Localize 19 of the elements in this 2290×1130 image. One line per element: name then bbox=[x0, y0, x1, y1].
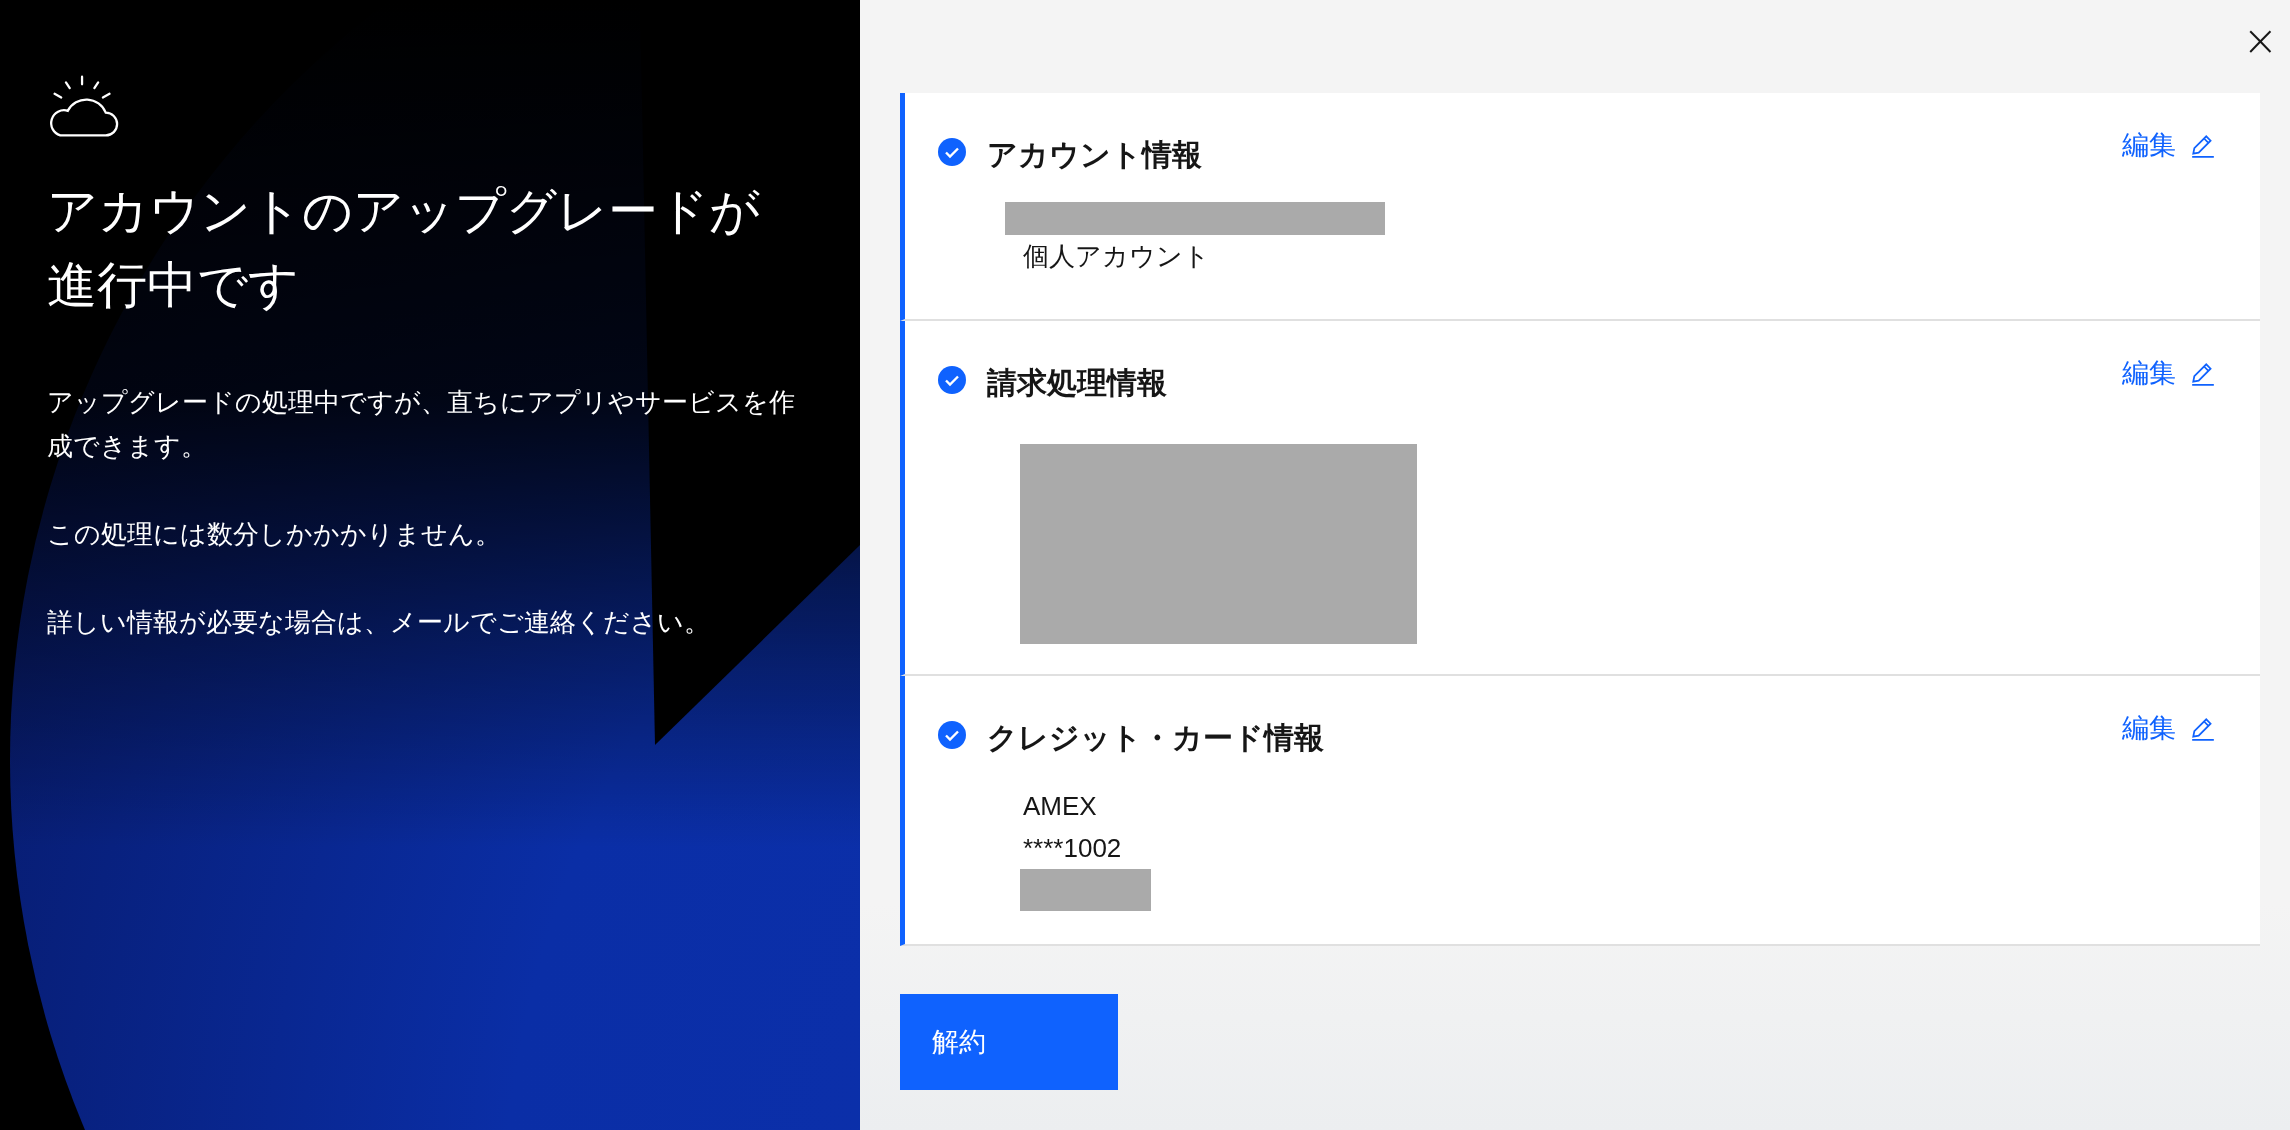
edit-link[interactable]: 編集 bbox=[2122, 710, 2216, 746]
section-title: アカウント情報 bbox=[987, 137, 1203, 173]
close-button[interactable]: × bbox=[2242, 20, 2278, 62]
pencil-icon bbox=[2190, 715, 2216, 741]
edit-link[interactable]: 編集 bbox=[2122, 355, 2216, 391]
section-title: 請求処理情報 bbox=[987, 365, 1168, 401]
pencil-icon bbox=[2190, 132, 2216, 158]
info-text: この処理には数分しかかかりません。 bbox=[47, 518, 502, 551]
edit-link[interactable]: 編集 bbox=[2122, 127, 2216, 163]
pencil-icon bbox=[2190, 360, 2216, 386]
info-text: アップグレードの処理中ですが、直ちにアプリやサービスを作成できます。 bbox=[47, 386, 796, 463]
cancel-button[interactable]: 解約 bbox=[900, 994, 1118, 1090]
detail-text: 個人アカウント bbox=[1022, 240, 1211, 273]
section-title: クレジット・カード情報 bbox=[987, 720, 1325, 756]
page-title: アカウントのアップグレードが進行中です bbox=[47, 182, 761, 315]
detail-text: ****1002 bbox=[1022, 832, 1123, 865]
detail-text: AMEX bbox=[1022, 790, 1098, 823]
info-text: 詳しい情報が必要な場合は、メールでご連絡ください。 bbox=[47, 606, 711, 639]
cloud-icon bbox=[47, 74, 119, 140]
